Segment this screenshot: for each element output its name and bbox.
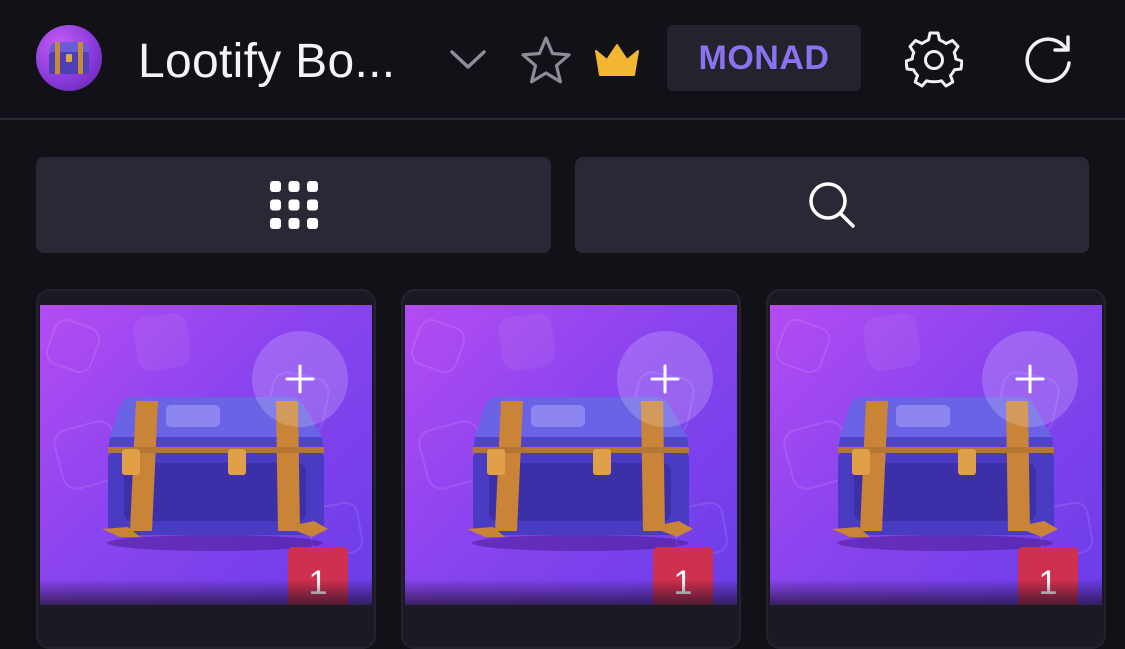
search-button[interactable] [575,157,1089,253]
chevron-down-icon[interactable] [446,38,490,82]
chest-artwork: 1 [770,305,1102,605]
chest-artwork: 1 [405,305,737,605]
crown-icon [592,38,642,82]
treasure-chest-icon [49,42,89,74]
grid-view-button[interactable] [36,157,551,253]
gear-icon[interactable] [904,30,964,90]
item-card[interactable]: 1 [36,289,376,649]
item-card[interactable]: 1 [401,289,741,649]
plus-icon [285,364,315,394]
add-button[interactable] [617,331,713,427]
grid-icon [269,181,318,229]
refresh-icon[interactable] [1020,32,1078,88]
collection-title: Lootify Bo... [138,35,396,88]
plus-icon [650,364,680,394]
item-card[interactable]: 1 [766,289,1106,649]
network-badge[interactable]: MONAD [667,25,861,91]
search-icon [809,182,855,228]
plus-icon [1015,364,1045,394]
star-icon[interactable] [519,34,573,86]
collection-avatar[interactable] [36,25,102,91]
chest-artwork: 1 [40,305,372,605]
add-button[interactable] [252,331,348,427]
add-button[interactable] [982,331,1078,427]
top-bar: Lootify Bo... MONAD [0,0,1125,120]
